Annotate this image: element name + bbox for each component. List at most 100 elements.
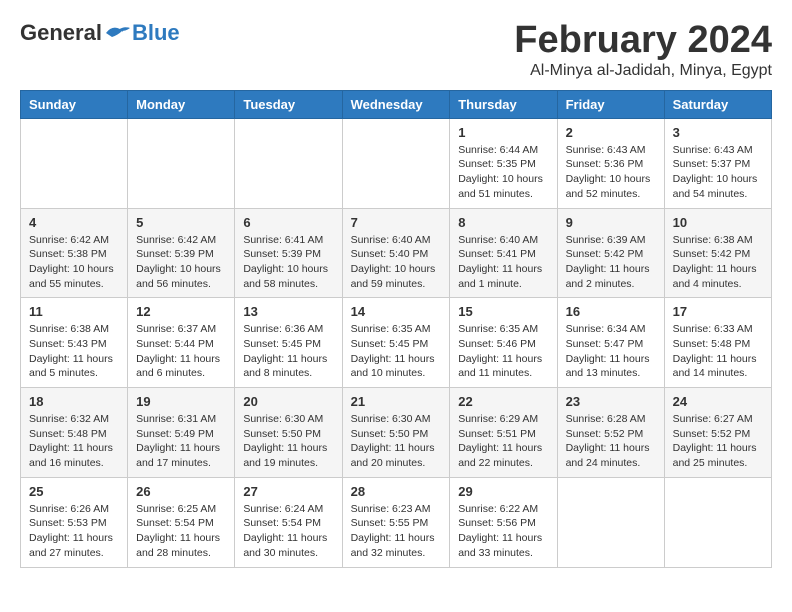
- weekday-header-cell: Wednesday: [342, 90, 450, 118]
- weekday-header-cell: Sunday: [21, 90, 128, 118]
- day-number: 2: [566, 125, 656, 140]
- logo: General Blue: [20, 20, 180, 46]
- day-number: 3: [673, 125, 763, 140]
- day-info: Sunrise: 6:23 AMSunset: 5:55 PMDaylight:…: [351, 502, 442, 561]
- day-info: Sunrise: 6:38 AMSunset: 5:42 PMDaylight:…: [673, 233, 763, 292]
- calendar-cell: 18 Sunrise: 6:32 AMSunset: 5:48 PMDayligh…: [21, 388, 128, 478]
- day-number: 27: [243, 484, 333, 499]
- location-title: Al-Minya al-Jadidah, Minya, Egypt: [514, 62, 772, 80]
- calendar-cell: 29Sunrise: 6:22 AMSunset: 5:56 PMDayligh…: [450, 477, 557, 567]
- day-info: Sunrise: 6:22 AMSunset: 5:56 PMDaylight:…: [458, 502, 548, 561]
- calendar-week-row: 4 Sunrise: 6:42 AMSunset: 5:38 PMDaylight…: [21, 208, 772, 298]
- day-number: 6: [243, 215, 333, 230]
- calendar-cell: 6Sunrise: 6:41 AMSunset: 5:39 PMDaylight…: [235, 208, 342, 298]
- day-number: 18: [29, 394, 119, 409]
- day-info: Sunrise: 6:43 AMSunset: 5:36 PMDaylight:…: [566, 143, 656, 202]
- weekday-header-cell: Monday: [128, 90, 235, 118]
- day-number: 13: [243, 304, 333, 319]
- day-number: 7: [351, 215, 442, 230]
- day-info: Sunrise: 6:40 AMSunset: 5:41 PMDaylight:…: [458, 233, 548, 292]
- calendar-week-row: 1 Sunrise: 6:44 AMSunset: 5:35 PMDaylight…: [21, 118, 772, 208]
- calendar-cell: 11 Sunrise: 6:38 AMSunset: 5:43 PMDayligh…: [21, 298, 128, 388]
- day-info: Sunrise: 6:42 AMSunset: 5:38 PMDaylight:…: [29, 233, 119, 292]
- calendar-cell: [664, 477, 771, 567]
- day-info: Sunrise: 6:43 AMSunset: 5:37 PMDaylight:…: [673, 143, 763, 202]
- calendar-week-row: 25Sunrise: 6:26 AMSunset: 5:53 PMDayligh…: [21, 477, 772, 567]
- day-number: 24: [673, 394, 763, 409]
- day-info: Sunrise: 6:28 AMSunset: 5:52 PMDaylight:…: [566, 412, 656, 471]
- calendar-cell: 26Sunrise: 6:25 AMSunset: 5:54 PMDayligh…: [128, 477, 235, 567]
- calendar-week-row: 11 Sunrise: 6:38 AMSunset: 5:43 PMDayligh…: [21, 298, 772, 388]
- calendar-cell: 9Sunrise: 6:39 AMSunset: 5:42 PMDaylight…: [557, 208, 664, 298]
- weekday-header-row: SundayMondayTuesdayWednesdayThursdayFrid…: [21, 90, 772, 118]
- calendar-cell: 24Sunrise: 6:27 AMSunset: 5:52 PMDayligh…: [664, 388, 771, 478]
- calendar-cell: 25Sunrise: 6:26 AMSunset: 5:53 PMDayligh…: [21, 477, 128, 567]
- day-info: Sunrise: 6:42 AMSunset: 5:39 PMDaylight:…: [136, 233, 226, 292]
- day-info: Sunrise: 6:38 AMSunset: 5:43 PMDaylight:…: [29, 322, 119, 381]
- day-info: Sunrise: 6:36 AMSunset: 5:45 PMDaylight:…: [243, 322, 333, 381]
- calendar-cell: 28Sunrise: 6:23 AMSunset: 5:55 PMDayligh…: [342, 477, 450, 567]
- page-header: General Blue February 2024 Al-Minya al-J…: [20, 20, 772, 80]
- day-info: Sunrise: 6:35 AMSunset: 5:45 PMDaylight:…: [351, 322, 442, 381]
- day-info: Sunrise: 6:30 AMSunset: 5:50 PMDaylight:…: [351, 412, 442, 471]
- calendar-body: 1 Sunrise: 6:44 AMSunset: 5:35 PMDaylight…: [21, 118, 772, 567]
- calendar-cell: 13 Sunrise: 6:36 AMSunset: 5:45 PMDayligh…: [235, 298, 342, 388]
- logo-general-text: General: [20, 20, 102, 46]
- day-number: 10: [673, 215, 763, 230]
- calendar-cell: 19 Sunrise: 6:31 AMSunset: 5:49 PMDayligh…: [128, 388, 235, 478]
- calendar-cell: 8 Sunrise: 6:40 AMSunset: 5:41 PMDaylight…: [450, 208, 557, 298]
- month-title: February 2024: [514, 20, 772, 62]
- calendar-cell: [557, 477, 664, 567]
- calendar-cell: 15 Sunrise: 6:35 AMSunset: 5:46 PMDayligh…: [450, 298, 557, 388]
- day-number: 8: [458, 215, 548, 230]
- calendar-cell: 12 Sunrise: 6:37 AMSunset: 5:44 PMDayligh…: [128, 298, 235, 388]
- calendar-cell: 2 Sunrise: 6:43 AMSunset: 5:36 PMDaylight…: [557, 118, 664, 208]
- day-info: Sunrise: 6:31 AMSunset: 5:49 PMDaylight:…: [136, 412, 226, 471]
- day-number: 21: [351, 394, 442, 409]
- logo-blue-text: Blue: [132, 20, 180, 46]
- calendar-cell: 14 Sunrise: 6:35 AMSunset: 5:45 PMDayligh…: [342, 298, 450, 388]
- day-info: Sunrise: 6:35 AMSunset: 5:46 PMDaylight:…: [458, 322, 548, 381]
- day-number: 16: [566, 304, 656, 319]
- day-number: 22: [458, 394, 548, 409]
- calendar-cell: 20Sunrise: 6:30 AMSunset: 5:50 PMDayligh…: [235, 388, 342, 478]
- day-info: Sunrise: 6:40 AMSunset: 5:40 PMDaylight:…: [351, 233, 442, 292]
- day-info: Sunrise: 6:37 AMSunset: 5:44 PMDaylight:…: [136, 322, 226, 381]
- weekday-header-cell: Thursday: [450, 90, 557, 118]
- weekday-header-cell: Saturday: [664, 90, 771, 118]
- calendar-cell: [235, 118, 342, 208]
- day-number: 23: [566, 394, 656, 409]
- weekday-header-cell: Friday: [557, 90, 664, 118]
- calendar-cell: 17Sunrise: 6:33 AMSunset: 5:48 PMDayligh…: [664, 298, 771, 388]
- day-info: Sunrise: 6:24 AMSunset: 5:54 PMDaylight:…: [243, 502, 333, 561]
- day-info: Sunrise: 6:44 AMSunset: 5:35 PMDaylight:…: [458, 143, 548, 202]
- day-number: 17: [673, 304, 763, 319]
- calendar-cell: 10 Sunrise: 6:38 AMSunset: 5:42 PMDayligh…: [664, 208, 771, 298]
- logo-bird-icon: [104, 23, 132, 43]
- day-info: Sunrise: 6:26 AMSunset: 5:53 PMDaylight:…: [29, 502, 119, 561]
- day-number: 20: [243, 394, 333, 409]
- day-info: Sunrise: 6:29 AMSunset: 5:51 PMDaylight:…: [458, 412, 548, 471]
- calendar-cell: 23 Sunrise: 6:28 AMSunset: 5:52 PMDayligh…: [557, 388, 664, 478]
- calendar-cell: 5Sunrise: 6:42 AMSunset: 5:39 PMDaylight…: [128, 208, 235, 298]
- day-number: 1: [458, 125, 548, 140]
- day-number: 14: [351, 304, 442, 319]
- calendar-cell: 3 Sunrise: 6:43 AMSunset: 5:37 PMDaylight…: [664, 118, 771, 208]
- calendar-week-row: 18 Sunrise: 6:32 AMSunset: 5:48 PMDayligh…: [21, 388, 772, 478]
- day-number: 12: [136, 304, 226, 319]
- calendar-cell: [128, 118, 235, 208]
- day-number: 19: [136, 394, 226, 409]
- calendar-cell: 4 Sunrise: 6:42 AMSunset: 5:38 PMDaylight…: [21, 208, 128, 298]
- calendar-table: SundayMondayTuesdayWednesdayThursdayFrid…: [20, 90, 772, 568]
- calendar-cell: 27 Sunrise: 6:24 AMSunset: 5:54 PMDayligh…: [235, 477, 342, 567]
- day-info: Sunrise: 6:32 AMSunset: 5:48 PMDaylight:…: [29, 412, 119, 471]
- title-block: February 2024 Al-Minya al-Jadidah, Minya…: [514, 20, 772, 80]
- day-number: 9: [566, 215, 656, 230]
- day-number: 4: [29, 215, 119, 230]
- calendar-cell: [21, 118, 128, 208]
- day-number: 11: [29, 304, 119, 319]
- day-info: Sunrise: 6:25 AMSunset: 5:54 PMDaylight:…: [136, 502, 226, 561]
- day-number: 15: [458, 304, 548, 319]
- calendar-cell: 7 Sunrise: 6:40 AMSunset: 5:40 PMDaylight…: [342, 208, 450, 298]
- calendar-cell: 1 Sunrise: 6:44 AMSunset: 5:35 PMDaylight…: [450, 118, 557, 208]
